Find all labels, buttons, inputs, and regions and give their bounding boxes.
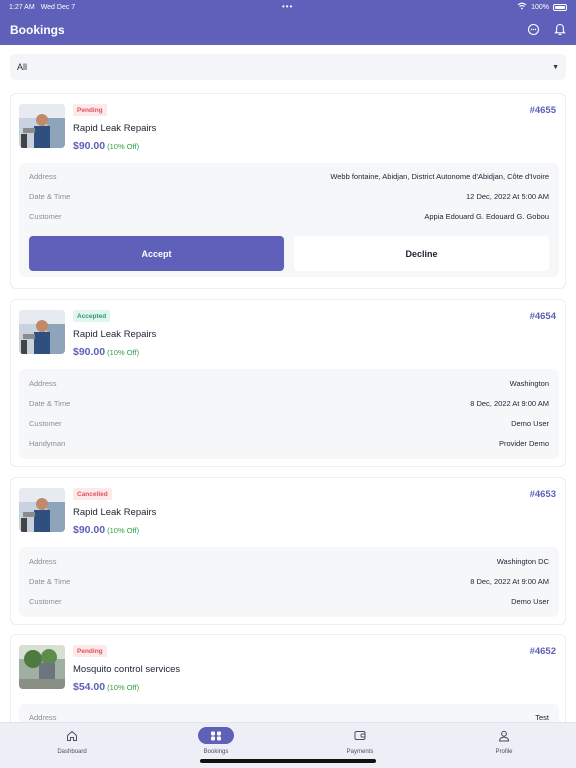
booking-details: Address Washington Date & Time 8 Dec, 2022… xyxy=(19,369,559,459)
service-name: Rapid Leak Repairs xyxy=(73,123,157,134)
accept-button[interactable]: Accept xyxy=(29,236,284,271)
booking-details: Address Webb fontaine, Abidjan, District … xyxy=(19,163,559,277)
status-badge: Accepted xyxy=(73,310,111,322)
profile-icon xyxy=(486,727,522,744)
service-price: $90.00 (10% Off) xyxy=(73,524,139,536)
nav-item-profile[interactable]: Profile xyxy=(464,727,544,755)
booking-card[interactable]: Cancelled #4653 Rapid Leak Repairs $90.0… xyxy=(10,477,566,625)
detail-row-customer: Customer Demo User xyxy=(29,596,549,606)
nav-item-payments[interactable]: Payments xyxy=(320,727,400,755)
discount-label: (10% Off) xyxy=(107,142,140,151)
detail-row-datetime: Date & Time 8 Dec, 2022 At 9:00 AM xyxy=(29,398,549,408)
service-price: $90.00 (10% Off) xyxy=(73,346,139,358)
status-bar: 1:27 AM Wed Dec 7 ••• 100% xyxy=(0,0,576,14)
chat-icon[interactable] xyxy=(527,23,540,36)
battery-icon xyxy=(553,3,567,11)
booking-id: #4652 xyxy=(529,646,556,657)
price-value: $90.00 xyxy=(73,524,106,536)
booking-id: #4654 xyxy=(529,311,556,322)
detail-row-address: Address Washington xyxy=(29,378,549,388)
booking-details: Address Washington DC Date & Time 8 Dec, 2… xyxy=(19,547,559,617)
status-badge: Pending xyxy=(73,645,107,657)
price-value: $54.00 xyxy=(73,681,106,693)
discount-label: (10% Off) xyxy=(107,683,140,692)
nav-label: Dashboard xyxy=(57,749,87,755)
status-filter-dropdown[interactable]: All ▼ xyxy=(10,54,566,80)
status-badge: Cancelled xyxy=(73,488,112,500)
app-bar: Bookings xyxy=(0,14,576,45)
page-title: Bookings xyxy=(10,22,65,37)
service-name: Mosquito control services xyxy=(73,664,181,675)
bell-icon[interactable] xyxy=(554,23,566,36)
detail-row-datetime: Date & Time 12 Dec, 2022 At 5:00 AM xyxy=(29,191,549,201)
service-price: $54.00 (10% Off) xyxy=(73,681,139,693)
price-value: $90.00 xyxy=(73,346,106,358)
price-value: $90.00 xyxy=(73,140,106,152)
detail-row-customer: Customer Appia Edouard G. Edouard G. Gobo… xyxy=(29,211,549,221)
home-indicator xyxy=(200,759,376,763)
service-thumbnail xyxy=(19,104,65,148)
detail-row-datetime: Date & Time 8 Dec, 2022 At 9:00 AM xyxy=(29,576,549,586)
detail-row-customer: Customer Demo User xyxy=(29,418,549,428)
nav-label: Payments xyxy=(346,749,374,755)
service-thumbnail xyxy=(19,488,65,532)
service-name: Rapid Leak Repairs xyxy=(73,329,157,340)
detail-row-address: Address Washington DC xyxy=(29,556,549,566)
status-badge: Pending xyxy=(73,104,107,116)
filter-value: All xyxy=(17,62,28,72)
booking-actions: Accept Decline xyxy=(29,236,549,271)
detail-row-address: Address Webb fontaine, Abidjan, District … xyxy=(29,171,549,181)
nav-item-bookings[interactable]: Bookings xyxy=(176,727,256,755)
multitask-dots: ••• xyxy=(282,2,294,11)
wifi-icon xyxy=(517,2,527,12)
service-name: Rapid Leak Repairs xyxy=(73,507,157,518)
wallet-icon xyxy=(342,727,378,744)
home-icon xyxy=(54,727,90,744)
service-thumbnail xyxy=(19,645,65,689)
service-thumbnail xyxy=(19,310,65,354)
booking-id: #4653 xyxy=(529,489,556,500)
bookings-icon xyxy=(198,727,234,744)
nav-item-dashboard[interactable]: Dashboard xyxy=(32,727,112,755)
booking-id: #4655 xyxy=(529,105,556,116)
decline-button[interactable]: Decline xyxy=(294,236,549,271)
status-time: 1:27 AM xyxy=(9,3,35,11)
discount-label: (10% Off) xyxy=(107,526,140,535)
nav-label: Bookings xyxy=(203,749,229,755)
booking-card[interactable]: Pending #4655 Rapid Leak Repairs $90.00(… xyxy=(10,93,566,289)
caret-down-icon: ▼ xyxy=(552,63,559,71)
service-price: $90.00 (10% Off) xyxy=(73,140,139,152)
battery-percent: 100% xyxy=(531,3,549,11)
detail-row-handyman: Handyman Provider Demo xyxy=(29,438,549,448)
nav-label: Profile xyxy=(495,749,513,755)
discount-label: (10% Off) xyxy=(107,348,140,357)
booking-card[interactable]: Accepted #4654 Rapid Leak Repairs $90.00… xyxy=(10,299,566,467)
status-date: Wed Dec 7 xyxy=(40,3,76,11)
